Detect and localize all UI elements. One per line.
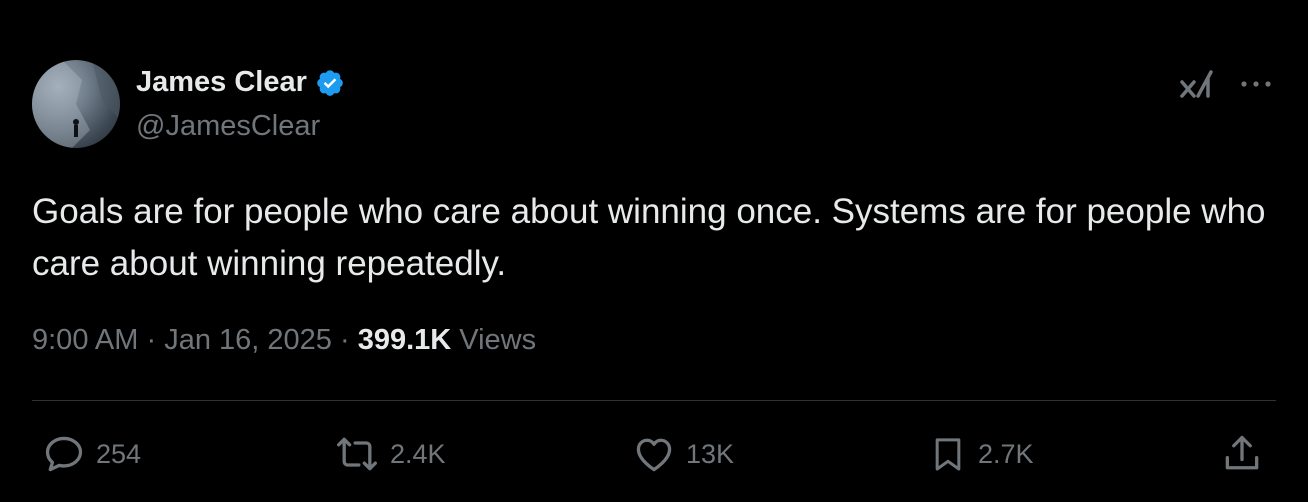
author-name-row[interactable]: James Clear [136,66,345,99]
repost-count: 2.4K [390,438,446,469]
author-handle[interactable]: @JamesClear [136,110,320,143]
reply-count: 254 [96,438,142,469]
bookmark-button[interactable]: 2.7K [928,432,1034,476]
repost-button[interactable]: 2.4K [334,432,446,476]
reply-button[interactable]: 254 [42,432,141,476]
views-label: Views [459,324,537,356]
share-icon [1225,435,1259,470]
more-icon[interactable] [1236,72,1276,96]
repost-icon [337,437,377,471]
reply-icon [45,436,83,472]
share-button[interactable] [1220,432,1264,476]
tweet-meta: 9:00 AM · Jan 16, 2025 · 399.1K Views [32,324,536,357]
tweet-date[interactable]: Jan 16, 2025 [164,324,332,356]
tweet-text: Goals are for people who care about winn… [32,192,1266,283]
bookmark-icon [935,438,961,471]
tweet-time[interactable]: 9:00 AM [32,324,138,356]
like-count: 13K [686,438,735,469]
meta-separator: · [339,324,350,356]
author-name[interactable]: James Clear [136,66,307,99]
verified-badge-icon [317,69,343,96]
grok-icon[interactable] [1178,66,1218,102]
views-count: 399.1K [357,324,452,356]
avatar[interactable] [32,60,120,148]
like-icon [636,438,672,472]
meta-separator: · [146,324,157,356]
bookmark-count: 2.7K [978,438,1034,469]
divider [32,400,1276,401]
like-button[interactable]: 13K [632,432,734,476]
